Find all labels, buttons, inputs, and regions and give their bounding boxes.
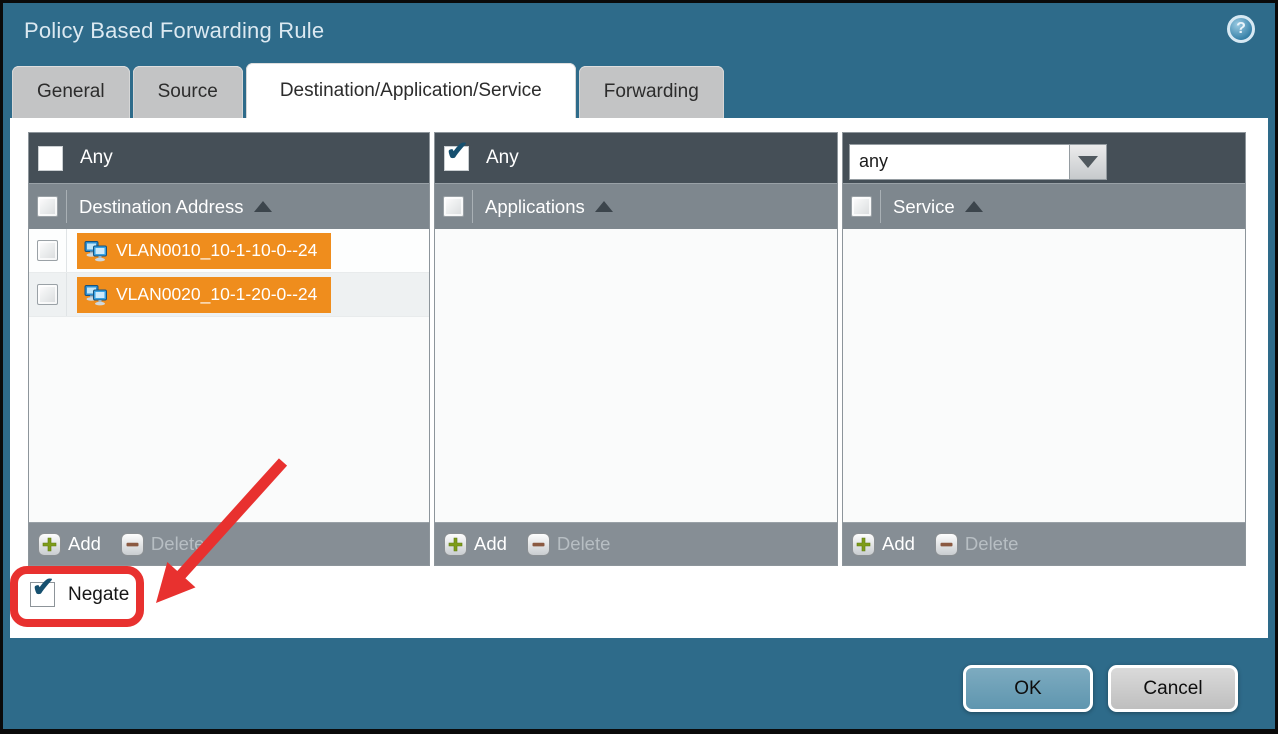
applications-any-bar: Any <box>435 133 837 183</box>
destination-list: VLAN0010_10-1-10-0--24 <box>29 229 429 522</box>
add-button[interactable]: Add <box>444 533 507 556</box>
network-address-icon <box>84 284 108 306</box>
negate-control: Negate <box>30 582 129 607</box>
applications-list <box>435 229 837 522</box>
plus-icon <box>444 533 467 556</box>
negate-label: Negate <box>68 584 129 606</box>
destination-select-all-checkbox[interactable] <box>37 196 58 217</box>
destination-header-row: Destination Address <box>29 183 429 229</box>
applications-column-header[interactable]: Applications <box>485 196 613 218</box>
service-dropdown-button[interactable] <box>1070 144 1107 180</box>
service-footer: Add Delete <box>843 522 1245 565</box>
tab-general[interactable]: General <box>12 66 130 118</box>
service-dropdown-value[interactable]: any <box>849 144 1070 180</box>
destination-any-bar: Any <box>29 133 429 183</box>
table-row: VLAN0010_10-1-10-0--24 <box>29 229 429 273</box>
minus-icon <box>527 533 550 556</box>
service-dropdown: any <box>849 144 1107 180</box>
applications-any-label: Any <box>486 147 519 169</box>
policy-based-forwarding-dialog: Policy Based Forwarding Rule ? General S… <box>0 0 1278 734</box>
applications-select-all-checkbox[interactable] <box>443 196 464 217</box>
destination-any-checkbox[interactable] <box>38 146 63 171</box>
help-icon[interactable]: ? <box>1227 15 1255 43</box>
add-button[interactable]: Add <box>852 533 915 556</box>
address-object-name: VLAN0010_10-1-10-0--24 <box>116 240 317 261</box>
sort-ascending-icon <box>254 201 272 212</box>
service-select-all-checkbox[interactable] <box>851 196 872 217</box>
ok-button[interactable]: OK <box>963 665 1093 712</box>
row-checkbox[interactable] <box>37 284 58 305</box>
delete-button[interactable]: Delete <box>935 533 1018 556</box>
destination-address-panel: Any Destination Address <box>28 132 430 566</box>
service-any-bar: any <box>843 133 1245 183</box>
address-object[interactable]: VLAN0020_10-1-20-0--24 <box>77 277 331 313</box>
minus-icon <box>121 533 144 556</box>
negate-checkbox[interactable] <box>30 582 55 607</box>
address-object[interactable]: VLAN0010_10-1-10-0--24 <box>77 233 331 269</box>
tab-forwarding[interactable]: Forwarding <box>579 66 724 118</box>
delete-button[interactable]: Delete <box>121 533 204 556</box>
plus-icon <box>852 533 875 556</box>
tab-destination-application-service[interactable]: Destination/Application/Service <box>246 63 576 118</box>
destination-footer: Add Delete <box>29 522 429 565</box>
destination-column-header[interactable]: Destination Address <box>79 196 272 218</box>
minus-icon <box>935 533 958 556</box>
tab-bar: General Source Destination/Application/S… <box>12 63 724 118</box>
address-object-name: VLAN0020_10-1-20-0--24 <box>116 284 317 305</box>
applications-footer: Add Delete <box>435 522 837 565</box>
network-address-icon <box>84 240 108 262</box>
row-checkbox[interactable] <box>37 240 58 261</box>
tab-source[interactable]: Source <box>133 66 243 118</box>
applications-panel: Any Applications Add Delete <box>434 132 838 566</box>
header-separator <box>66 190 67 223</box>
delete-button[interactable]: Delete <box>527 533 610 556</box>
destination-any-label: Any <box>80 147 113 169</box>
sort-ascending-icon <box>595 201 613 212</box>
plus-icon <box>38 533 61 556</box>
chevron-down-icon <box>1078 156 1098 168</box>
service-column-header[interactable]: Service <box>893 196 983 218</box>
cancel-button[interactable]: Cancel <box>1108 665 1238 712</box>
service-list <box>843 229 1245 522</box>
dialog-title: Policy Based Forwarding Rule <box>24 18 324 44</box>
table-row: VLAN0020_10-1-20-0--24 <box>29 273 429 317</box>
service-panel: any Service Add <box>842 132 1246 566</box>
applications-header-row: Applications <box>435 183 837 229</box>
service-header-row: Service <box>843 183 1245 229</box>
sort-ascending-icon <box>965 201 983 212</box>
applications-any-checkbox[interactable] <box>444 146 469 171</box>
add-button[interactable]: Add <box>38 533 101 556</box>
